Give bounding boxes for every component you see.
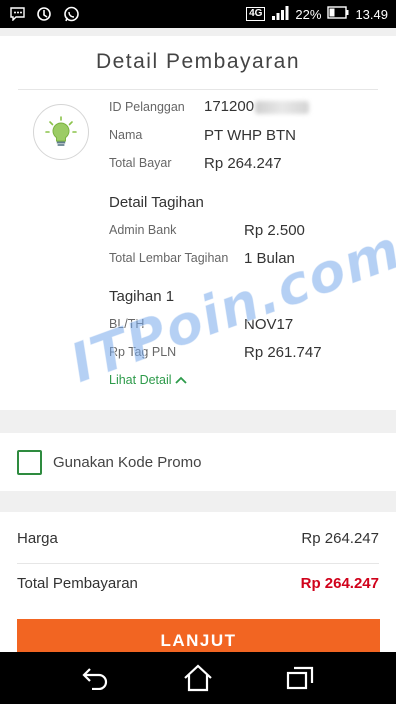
lightbulb-icon [45,116,77,146]
summary-divider [17,563,379,564]
redacted-mark [255,100,310,114]
see-detail-label: Lihat Detail [109,373,172,387]
period-label: BL/TH [109,317,145,331]
home-icon [184,664,212,692]
network-type: 4G [246,7,266,21]
customer-id-label: ID Pelanggan [109,100,185,114]
sync-icon [35,5,53,23]
whatsapp-icon [62,5,80,23]
price-value: Rp 264.247 [301,530,379,547]
status-bar: 4G 22% 13.49 [0,0,396,28]
title-divider [18,89,378,90]
pln-bill-value: Rp 261.747 [244,344,322,361]
payment-summary: Harga Rp 264.247 Total Pembayaran Rp 264… [0,512,396,659]
recent-apps-button[interactable] [282,660,318,696]
back-button[interactable] [78,660,114,696]
battery-icon [327,6,349,22]
customer-id-value: 171200 [204,98,310,115]
total-payment-value: Rp 264.247 [300,575,379,592]
recent-apps-icon [286,666,314,690]
bbm-icon [8,5,26,23]
admin-fee-value: Rp 2.500 [244,222,305,239]
total-payment-row: Total Pembayaran Rp 264.247 [17,575,379,592]
bill-1-title: Tagihan 1 [109,288,175,305]
payment-detail-card: Detail Pembayaran ID Pelanggan 171200 Na… [0,36,396,410]
signal-icon [271,5,289,23]
chevron-up-icon [174,376,187,384]
biller-logo [33,104,89,160]
pln-bill-label: Rp Tag PLN [109,345,177,359]
customer-name-value: PT WHP BTN [204,127,296,144]
price-row: Harga Rp 264.247 [17,530,379,547]
navigation-bar [0,652,396,704]
total-bill-label: Total Bayar [109,156,172,170]
watermark: ITPoin.com [61,217,396,396]
total-payment-label: Total Pembayaran [17,575,138,592]
customer-name-label: Nama [109,128,143,142]
promo-checkbox[interactable] [17,449,42,475]
clock: 13.49 [355,6,388,22]
battery-percent: 22% [295,6,322,22]
promo-code-row[interactable]: Gunakan Kode Promo [0,433,396,491]
bill-sheets-label: Total Lembar Tagihan [109,251,229,265]
period-value: NOV17 [244,316,294,333]
total-bill-value: Rp 264.247 [204,155,282,172]
bill-detail-title: Detail Tagihan [109,194,204,211]
bill-sheets-value: 1 Bulan [244,250,295,267]
back-icon [82,668,108,690]
admin-fee-label: Admin Bank [109,223,177,237]
see-detail-link[interactable]: Lihat Detail [109,373,187,387]
promo-label: Gunakan Kode Promo [53,453,202,471]
price-label: Harga [17,530,58,547]
home-button[interactable] [180,660,216,696]
page-title: Detail Pembayaran [95,50,301,73]
